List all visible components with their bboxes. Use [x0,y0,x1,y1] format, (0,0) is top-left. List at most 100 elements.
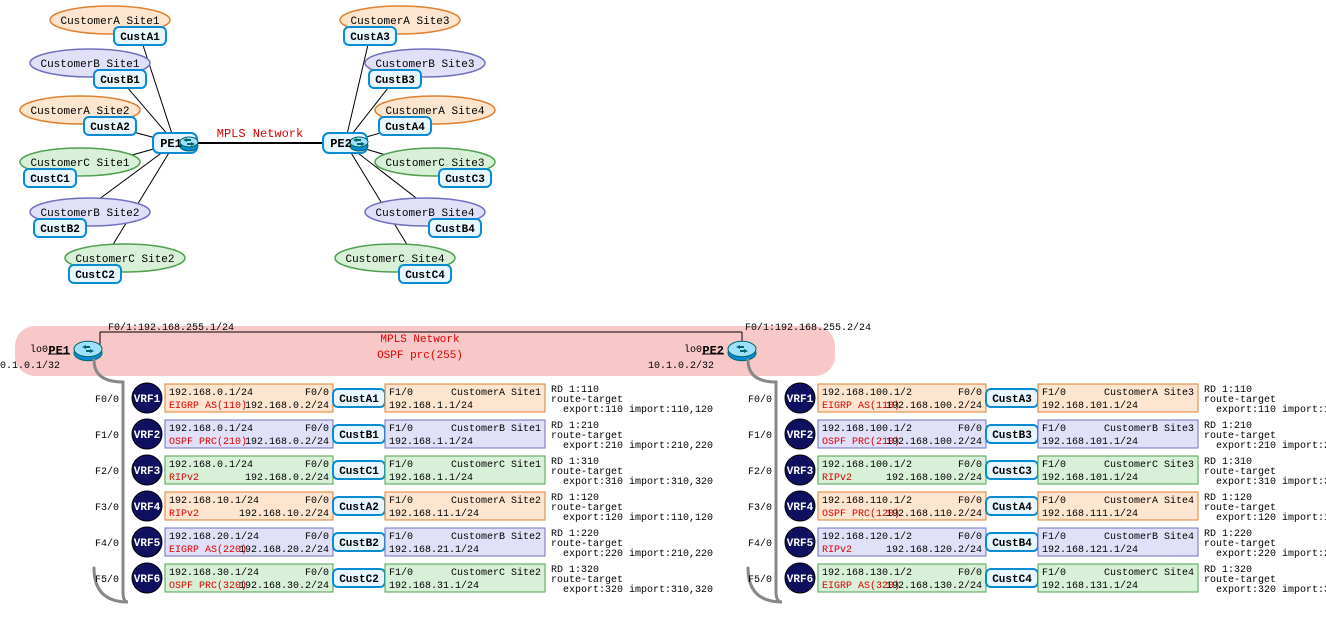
vrf-name: VRF5 [787,538,814,550]
svg-text:192.168.101.1/24: 192.168.101.1/24 [1042,436,1138,448]
svg-text:192.168.120.1/2: 192.168.120.1/2 [822,531,912,543]
svg-text:192.168.0.2/24: 192.168.0.2/24 [245,436,329,448]
svg-text:192.168.121.1/24: 192.168.121.1/24 [1042,544,1138,556]
ce-badge: CustB2 [34,219,86,237]
svg-text:export:310 import:310,320: export:310 import:310,320 [1216,476,1326,488]
svg-text:F1/0: F1/0 [389,387,413,399]
svg-text:export:310 import:310,320: export:310 import:310,320 [563,476,713,488]
site-name: CustomerA Site1 [451,387,541,399]
site-name: CustomerB Site2 [451,531,541,543]
svg-text:192.168.10.1/24: 192.168.10.1/24 [169,495,259,507]
svg-text:lo0: lo0 [684,344,702,356]
vrf-name: VRF5 [134,538,161,550]
svg-text:F1/0: F1/0 [1042,495,1066,507]
svg-text:F1/0: F1/0 [389,531,413,543]
pe-interface: F1/0 [748,430,772,442]
svg-text:192.168.20.2/24: 192.168.20.2/24 [239,544,329,556]
svg-text:192.168.1.1/24: 192.168.1.1/24 [389,436,473,448]
svg-text:192.168.101.1/24: 192.168.101.1/24 [1042,472,1138,484]
site-name: CustomerC Site2 [451,567,541,579]
protocol: EIGRP AS(220) [169,544,247,556]
svg-text:192.168.31.1/24: 192.168.31.1/24 [389,580,479,592]
svg-text:CustC2: CustC2 [339,574,379,586]
svg-text:192.168.131.1/24: 192.168.131.1/24 [1042,580,1138,592]
vrf-name: VRF3 [787,466,814,478]
ce-badge: CustC1 [333,461,385,479]
top-topology: CustomerA Site1CustA1CustomerB Site1Cust… [20,6,495,283]
vrf-name: VRF4 [787,502,814,514]
protocol: OSPF PRC(320) [169,580,247,592]
vrf-name: VRF1 [134,394,161,406]
pe1-wan-if: F0/1:192.168.255.1/24 [108,322,234,334]
pe-interface: F4/0 [748,538,772,550]
svg-text:192.168.11.1/24: 192.168.11.1/24 [389,508,479,520]
pe-interface: F5/0 [748,574,772,586]
site-name: CustomerB Site1 [451,423,541,435]
svg-text:CustC4: CustC4 [405,270,445,282]
svg-text:PE1: PE1 [48,344,70,358]
svg-text:CustA1: CustA1 [120,32,160,44]
svg-text:192.168.1.1/24: 192.168.1.1/24 [389,472,473,484]
svg-text:CustA3: CustA3 [350,32,390,44]
pe-interface: F4/0 [95,538,119,550]
router-icon [728,341,756,360]
pe-interface: F5/0 [95,574,119,586]
vrf-name: VRF1 [787,394,814,406]
svg-text:192.168.0.2/24: 192.168.0.2/24 [245,472,329,484]
site-name: CustomerA Site3 [1104,387,1194,399]
vrf-name: VRF3 [134,466,161,478]
pe-interface: F3/0 [95,502,119,514]
svg-text:CustC3: CustC3 [445,174,485,186]
svg-text:CustB4: CustB4 [435,224,475,236]
svg-text:F0/0: F0/0 [305,423,329,435]
svg-text:CustA1: CustA1 [339,394,379,406]
svg-text:CustB3: CustB3 [375,75,415,87]
svg-text:F1/0: F1/0 [389,459,413,471]
svg-text:export:210 import:210,220: export:210 import:210,220 [563,440,713,452]
svg-text:192.168.0.1/24: 192.168.0.1/24 [169,387,253,399]
svg-text:CustA3: CustA3 [992,394,1032,406]
svg-text:192.168.21.1/24: 192.168.21.1/24 [389,544,479,556]
svg-text:10.1.0.2/32: 10.1.0.2/32 [648,360,714,372]
svg-text:export:120 import:110,120: export:120 import:110,120 [563,512,713,524]
ce-badge: CustB1 [333,425,385,443]
pe-interface: F0/0 [95,394,119,406]
svg-text:CustB1: CustB1 [100,75,140,87]
svg-text:PE2: PE2 [702,344,724,358]
site-name: CustomerC Site4 [1104,567,1194,579]
pe-interface: F2/0 [748,466,772,478]
svg-text:192.168.101.1/24: 192.168.101.1/24 [1042,400,1138,412]
svg-text:F0/0: F0/0 [305,495,329,507]
svg-text:CustC1: CustC1 [339,466,379,478]
router-icon [74,341,102,360]
svg-text:192.168.30.2/24: 192.168.30.2/24 [239,580,329,592]
svg-text:192.168.100.2/24: 192.168.100.2/24 [886,436,982,448]
svg-text:192.168.0.1/24: 192.168.0.1/24 [169,459,253,471]
svg-text:F0/0: F0/0 [305,567,329,579]
svg-text:CustC2: CustC2 [75,270,115,282]
ce-badge: CustA4 [986,497,1038,515]
svg-text:192.168.0.1/24: 192.168.0.1/24 [169,423,253,435]
ce-badge: CustA2 [84,117,136,135]
svg-text:export:120 import:110,120: export:120 import:110,120 [1216,512,1326,524]
vrf-name: VRF2 [787,430,813,442]
ce-badge: CustC2 [333,569,385,587]
svg-text:192.168.130.2/24: 192.168.130.2/24 [886,580,982,592]
svg-text:10.1.0.1/32: 10.1.0.1/32 [0,360,60,372]
svg-text:F0/0: F0/0 [305,387,329,399]
svg-text:CustA2: CustA2 [90,122,130,134]
protocol: RIPv2 [822,545,852,556]
pe-interface: F1/0 [95,430,119,442]
svg-text:CustA4: CustA4 [385,122,425,134]
vrf-name: VRF6 [134,574,160,586]
ce-badge: CustA3 [344,27,396,45]
ce-badge: CustA3 [986,389,1038,407]
svg-text:192.168.10.2/24: 192.168.10.2/24 [239,508,329,520]
svg-text:F0/0: F0/0 [958,423,982,435]
svg-text:CustB2: CustB2 [40,224,80,236]
site-name: CustomerB Site4 [1104,531,1194,543]
svg-text:F1/0: F1/0 [389,567,413,579]
ospf-label: OSPF prc(255) [377,350,463,362]
svg-text:F1/0: F1/0 [389,423,413,435]
vrf-name: VRF2 [134,430,160,442]
